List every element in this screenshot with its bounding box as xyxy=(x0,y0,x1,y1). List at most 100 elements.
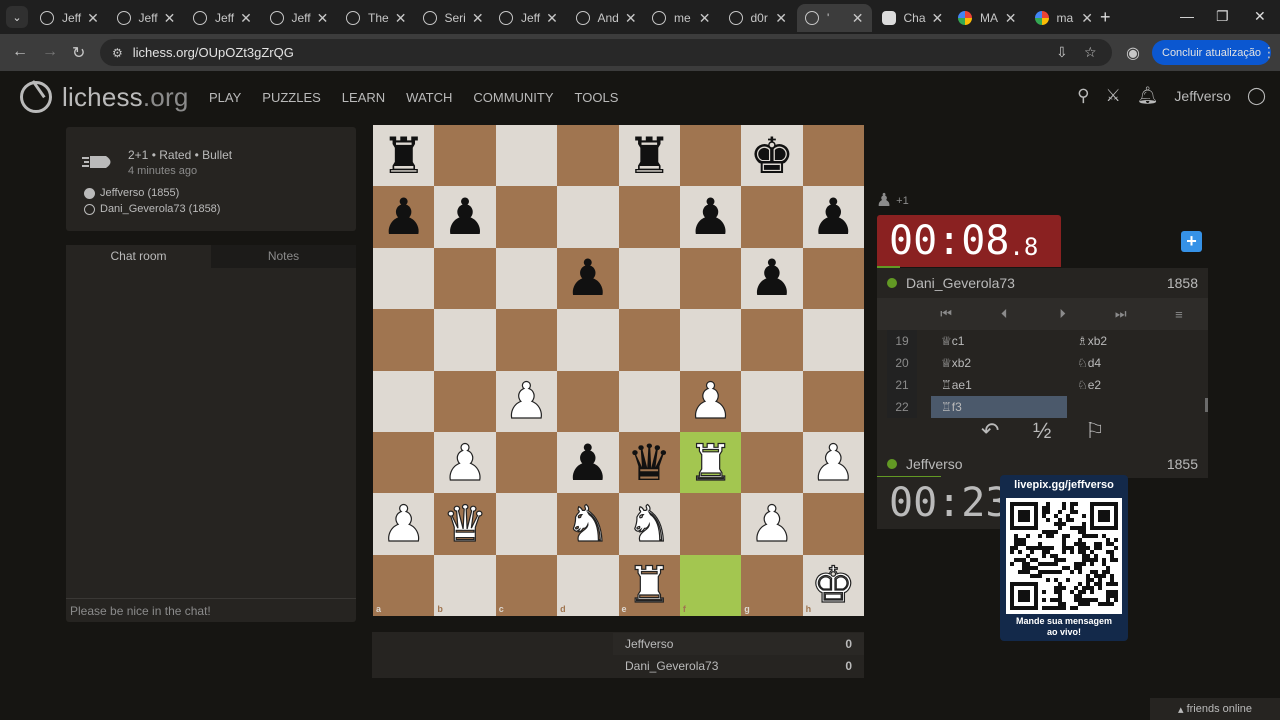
white-player[interactable]: Jeffverso (1855) xyxy=(84,187,179,199)
browser-tab[interactable]: MA ✕ xyxy=(950,4,1025,32)
browser-tab[interactable]: Jeff ✕ xyxy=(491,4,566,32)
white-knight-piece[interactable]: ♞ xyxy=(626,498,672,549)
square-d8[interactable] xyxy=(557,125,619,187)
square-g1[interactable] xyxy=(741,554,803,617)
white-move[interactable]: ♖f3 xyxy=(931,396,1067,418)
white-pawn-piece[interactable]: ♟ xyxy=(810,437,856,488)
square-a1[interactable] xyxy=(373,554,435,617)
square-h8[interactable] xyxy=(802,125,865,187)
square-h1[interactable]: ♚ xyxy=(802,554,865,617)
move-list-scrollbar[interactable] xyxy=(1205,398,1208,412)
square-e7[interactable] xyxy=(618,186,680,248)
black-move[interactable]: ♗xb2 xyxy=(1067,330,1203,352)
nav-community[interactable]: COMMUNITY xyxy=(473,90,553,105)
square-h7[interactable]: ♟ xyxy=(802,186,865,248)
square-e8[interactable]: ♜ xyxy=(618,125,680,187)
black-pawn-piece[interactable]: ♟ xyxy=(688,192,733,242)
forward-icon[interactable]: → xyxy=(42,43,58,61)
square-b8[interactable] xyxy=(434,125,496,187)
square-a7[interactable]: ♟ xyxy=(373,186,435,248)
white-move[interactable]: ♕xb2 xyxy=(931,352,1067,374)
profile-icon[interactable]: ◉ xyxy=(1126,43,1140,63)
square-a2[interactable]: ♟ xyxy=(373,493,435,555)
browser-tab[interactable]: And ✕ xyxy=(568,4,643,32)
browser-tab[interactable]: Jeff ✕ xyxy=(185,4,260,32)
square-d5[interactable] xyxy=(557,309,619,371)
browser-tab[interactable]: Jeff ✕ xyxy=(32,4,107,32)
new-tab-button[interactable]: + xyxy=(1100,7,1111,28)
update-button[interactable]: Concluir atualização xyxy=(1152,40,1272,65)
tab-close-icon[interactable]: ✕ xyxy=(466,10,484,27)
square-c3[interactable] xyxy=(495,431,558,494)
black-pawn-piece[interactable]: ♟ xyxy=(750,253,795,303)
square-b4[interactable] xyxy=(434,370,496,432)
square-f5[interactable] xyxy=(679,309,742,371)
nav-puzzles[interactable]: PUZZLES xyxy=(262,90,321,105)
site-logo[interactable]: lichess.org xyxy=(20,81,188,113)
square-g3[interactable] xyxy=(741,431,803,494)
square-f3[interactable]: ♜ xyxy=(679,431,742,494)
white-pawn-piece[interactable]: ♟ xyxy=(503,376,549,427)
square-h2[interactable] xyxy=(802,493,865,555)
browser-tab[interactable]: d0r ✕ xyxy=(721,4,796,32)
black-queen-piece[interactable]: ♛ xyxy=(627,438,672,488)
tab-close-icon[interactable]: ✕ xyxy=(846,10,864,27)
square-g2[interactable]: ♟ xyxy=(741,493,803,555)
square-f4[interactable]: ♟ xyxy=(679,370,742,432)
white-rook-piece[interactable]: ♜ xyxy=(688,437,734,488)
browser-menu-icon[interactable]: ⋮ xyxy=(1262,44,1276,61)
square-f2[interactable] xyxy=(679,493,742,555)
square-e4[interactable] xyxy=(618,370,680,432)
square-g8[interactable]: ♚ xyxy=(741,125,803,187)
square-b6[interactable] xyxy=(434,247,496,310)
nav-learn[interactable]: LEARN xyxy=(342,90,385,105)
square-c2[interactable] xyxy=(495,493,558,555)
square-b3[interactable]: ♟ xyxy=(434,431,496,494)
white-queen-piece[interactable]: ♛ xyxy=(442,498,488,549)
white-pawn-piece[interactable]: ♟ xyxy=(442,437,488,488)
white-pawn-piece[interactable]: ♟ xyxy=(688,376,734,427)
tab-close-icon[interactable]: ✕ xyxy=(311,10,329,27)
crosstable-row[interactable]: Jeffverso 0 xyxy=(613,633,864,655)
browser-tab[interactable]: me ✕ xyxy=(644,4,719,32)
white-pawn-piece[interactable]: ♟ xyxy=(749,498,795,549)
black-pawn-piece[interactable]: ♟ xyxy=(565,253,610,303)
back-icon[interactable]: ← xyxy=(12,43,28,61)
square-a3[interactable] xyxy=(373,431,435,494)
square-c5[interactable] xyxy=(495,309,558,371)
install-app-icon[interactable]: ⇩ xyxy=(1056,44,1068,61)
black-pawn-piece[interactable]: ♟ xyxy=(565,438,610,488)
black-pawn-piece[interactable]: ♟ xyxy=(381,192,426,242)
challenge-icon[interactable]: ⚔ xyxy=(1106,86,1121,106)
tab-close-icon[interactable]: ✕ xyxy=(234,10,252,27)
browser-tab[interactable]: ' ✕ xyxy=(797,4,872,32)
black-move[interactable]: ♘e2 xyxy=(1067,374,1203,396)
reload-icon[interactable]: ↻ xyxy=(72,43,85,63)
browser-tab[interactable]: Jeff ✕ xyxy=(109,4,184,32)
square-g4[interactable] xyxy=(741,370,803,432)
notification-bell-icon[interactable]: 🔔︎ xyxy=(1137,86,1159,106)
player-name[interactable]: Jeffverso xyxy=(906,456,963,472)
square-c1[interactable] xyxy=(495,554,558,617)
black-king-piece[interactable]: ♚ xyxy=(750,131,795,181)
square-d6[interactable]: ♟ xyxy=(557,247,619,310)
square-d3[interactable]: ♟ xyxy=(557,431,619,494)
chess-board[interactable]: ♜ ♜ ♚ ♟ ♟ ♟ ♟ ♟ ♟ ♟ ♟ ♟ ♟ ♛ ♜ ♟ ♟ ♛ ♞ ♞ ♟ ♜ ♚ 8 7 6 5 4 3 2 1 a b c d e f g h xyxy=(373,125,865,617)
square-c4[interactable]: ♟ xyxy=(495,370,558,432)
square-f6[interactable] xyxy=(679,247,742,310)
first-move-button[interactable]: ⏮ xyxy=(877,306,975,322)
white-knight-piece[interactable]: ♞ xyxy=(565,498,611,549)
square-a4[interactable] xyxy=(373,370,435,432)
browser-tab[interactable]: ma ✕ xyxy=(1027,4,1102,32)
browser-tab[interactable]: Seri ✕ xyxy=(415,4,490,32)
square-a8[interactable]: ♜ xyxy=(373,125,435,187)
menu-button[interactable]: ≡ xyxy=(1150,307,1208,322)
black-move[interactable]: ♘d4 xyxy=(1067,352,1203,374)
white-king-piece[interactable]: ♚ xyxy=(810,560,856,611)
square-e5[interactable] xyxy=(618,309,680,371)
tab-close-icon[interactable]: ✕ xyxy=(619,10,637,27)
square-e3[interactable]: ♛ xyxy=(618,431,680,494)
browser-tab[interactable]: Jeff ✕ xyxy=(262,4,337,32)
square-e2[interactable]: ♞ xyxy=(618,493,680,555)
browser-tab[interactable]: Cha ✕ xyxy=(874,4,949,32)
